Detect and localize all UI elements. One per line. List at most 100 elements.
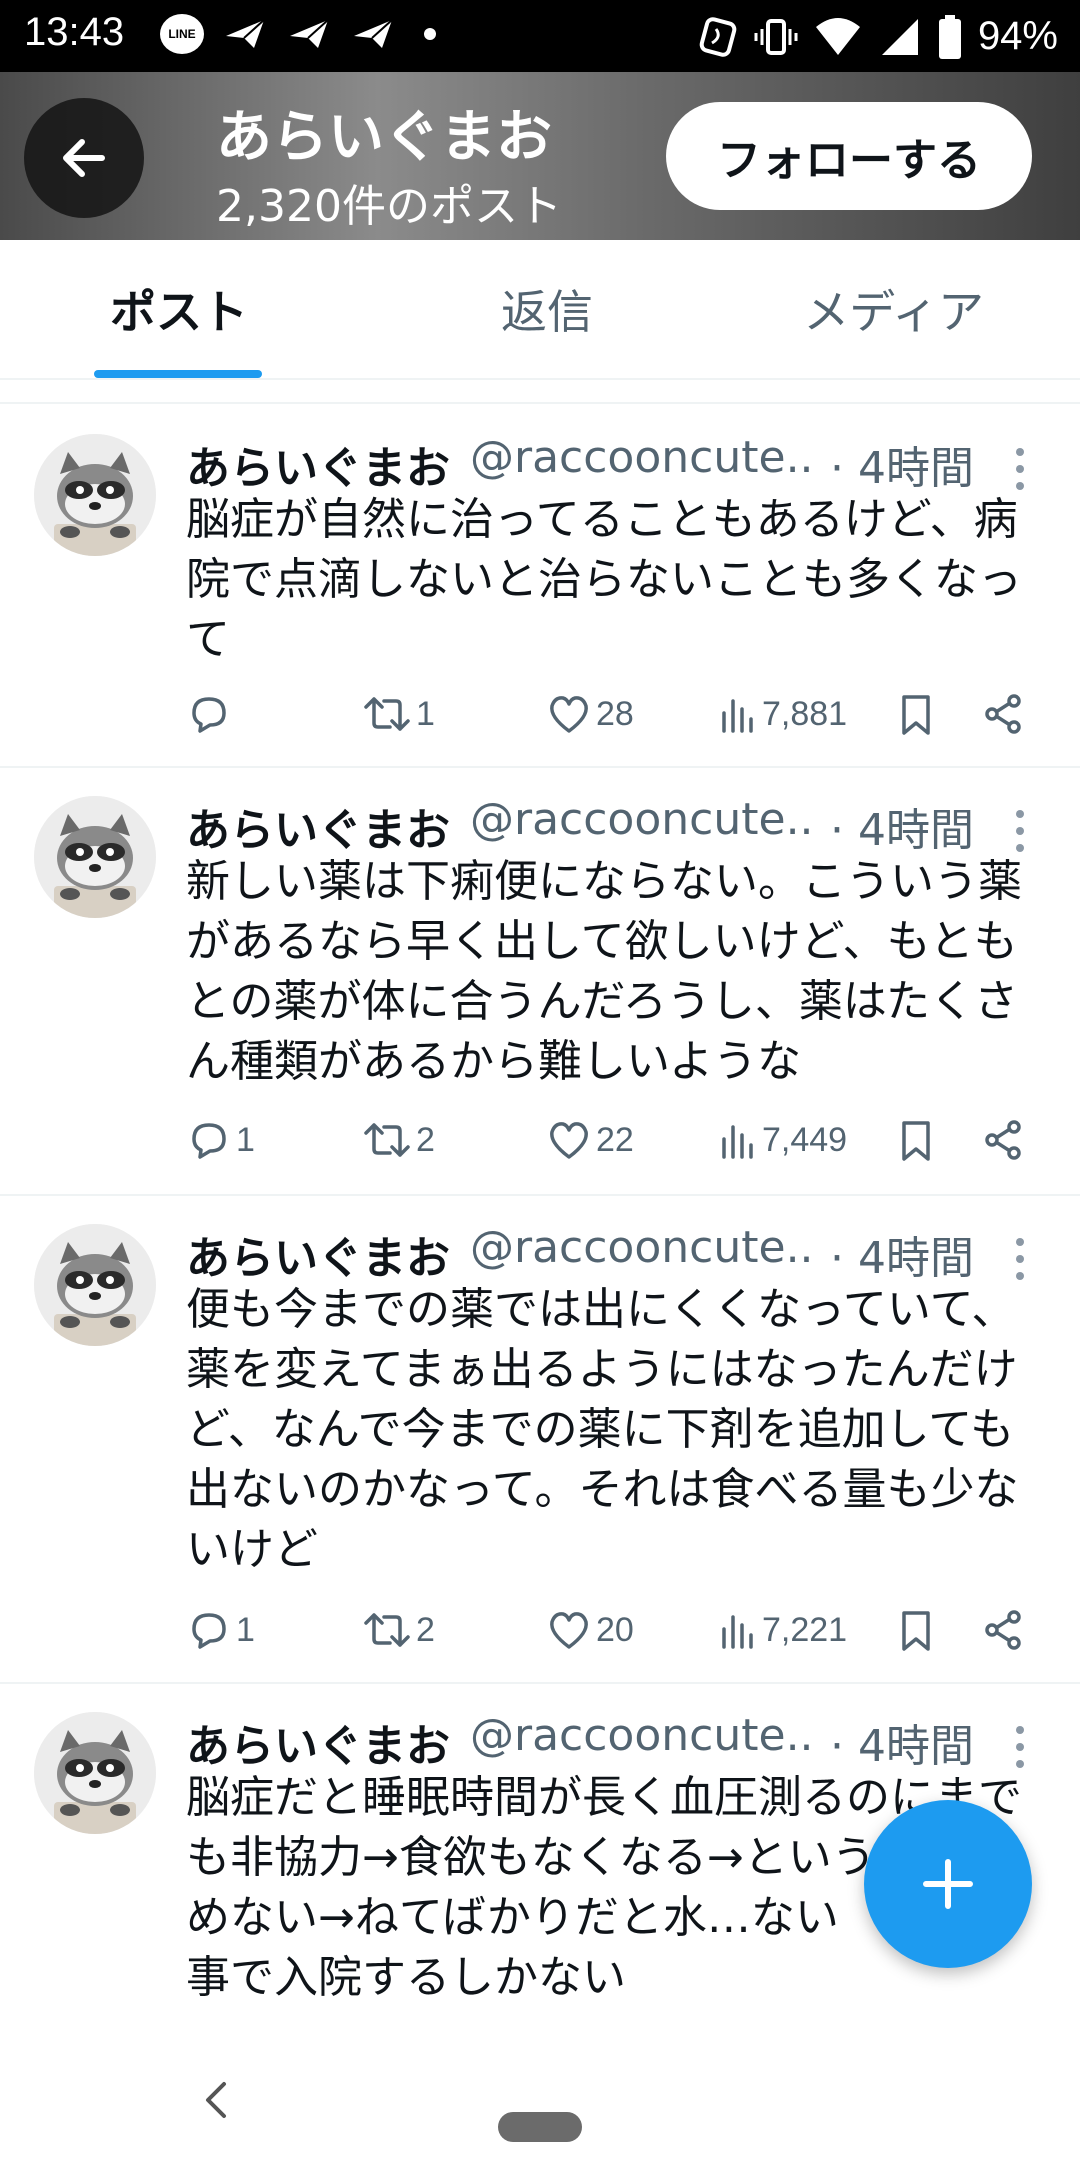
feed-separator	[0, 380, 1080, 404]
status-bar: 13:43 LINE 94%	[0, 0, 1080, 72]
tweet-author-handle[interactable]: @raccooncute...	[470, 1710, 810, 1761]
post-count: 2,320件のポスト	[216, 181, 562, 232]
like-count: 22	[596, 1120, 634, 1159]
more-options-icon[interactable]	[1012, 1234, 1028, 1284]
retweet-button[interactable]: 2	[362, 1110, 435, 1170]
signal-icon	[881, 18, 918, 55]
retweet-icon	[364, 697, 410, 731]
tweet-header: あらいぐまお @raccooncute... · 4時間	[186, 794, 1046, 856]
nfc-icon	[699, 16, 737, 57]
comment-icon	[192, 697, 226, 733]
like-button[interactable]: 22	[546, 1110, 634, 1170]
avatar[interactable]	[34, 1224, 156, 1346]
paper-plane-icon	[354, 19, 393, 48]
paper-plane-icon	[226, 19, 265, 48]
retweet-button[interactable]: 1	[362, 684, 435, 744]
tab-media[interactable]: メディア	[693, 240, 1080, 378]
battery-icon	[938, 14, 961, 59]
avatar[interactable]	[34, 434, 156, 556]
view-count: 7,881	[762, 694, 848, 733]
profile-header: あらいぐまお 2,320件のポスト フォローする	[0, 72, 1080, 240]
share-icon	[985, 1120, 1021, 1160]
views-button[interactable]: 7,221	[718, 1600, 847, 1660]
reply-count: 1	[236, 1610, 255, 1649]
tweet-timestamp[interactable]: · 4時間	[830, 432, 974, 496]
profile-display-name: あらいぐまお	[216, 105, 552, 170]
tweet-author-handle[interactable]: @raccooncute...	[470, 432, 810, 483]
heart-icon	[550, 696, 588, 733]
avatar[interactable]	[34, 796, 156, 918]
tweet-author-name[interactable]: あらいぐまお	[186, 1710, 450, 1774]
bookmark-button[interactable]	[896, 684, 936, 744]
tweet-author-name[interactable]: あらいぐまお	[186, 794, 450, 858]
tweet[interactable]: あらいぐまお @raccooncute... · 4時間 脳症が自然に治ってるこ…	[0, 406, 1080, 768]
tweet-author-name[interactable]: あらいぐまお	[186, 1222, 450, 1286]
back-button[interactable]	[24, 98, 144, 218]
reply-button[interactable]: 1	[186, 1600, 255, 1660]
like-button[interactable]: 28	[546, 684, 634, 744]
tab-posts[interactable]: ポスト	[0, 240, 401, 378]
nav-home-pill[interactable]	[498, 2112, 582, 2142]
more-options-icon[interactable]	[1012, 806, 1028, 856]
tweet-author-handle[interactable]: @raccooncute...	[470, 794, 810, 845]
nav-back-icon[interactable]	[196, 2076, 236, 2124]
compose-post-button[interactable]	[864, 1800, 1032, 1968]
retweet-count: 2	[416, 1610, 435, 1649]
tweet-header: あらいぐまお @raccooncute... · 4時間	[186, 1710, 1046, 1772]
heart-icon	[550, 1612, 588, 1649]
profile-tabs: ポスト 返信 メディア	[0, 240, 1080, 380]
system-icons: 94%	[698, 14, 1058, 59]
tweet-timestamp[interactable]: · 4時間	[830, 1710, 974, 1774]
like-count: 28	[596, 694, 634, 733]
retweet-count: 2	[416, 1120, 435, 1159]
share-button[interactable]	[980, 1600, 1026, 1660]
more-options-icon[interactable]	[1012, 1722, 1028, 1772]
tweet-text: 新しい薬は下痢便にならない。こういう薬があるなら早く出して欲しいけど、もともとの…	[186, 856, 1022, 1087]
reply-button[interactable]	[186, 684, 236, 744]
tweet-author-name[interactable]: あらいぐまお	[186, 432, 450, 496]
retweet-button[interactable]: 2	[362, 1600, 435, 1660]
bookmark-icon	[902, 695, 930, 735]
tweet[interactable]: あらいぐまお @raccooncute... · 4時間 便も今までの薬では出に…	[0, 1196, 1080, 1684]
more-notifications-dot	[424, 28, 436, 40]
raccoon-avatar-icon	[34, 434, 156, 556]
bookmark-button[interactable]	[896, 1600, 936, 1660]
arrow-left-icon	[63, 139, 105, 177]
share-button[interactable]	[980, 684, 1026, 744]
reply-button[interactable]: 1	[186, 1110, 255, 1170]
comment-icon	[192, 1613, 226, 1649]
tab-replies[interactable]: 返信	[401, 240, 692, 378]
more-options-icon[interactable]	[1012, 444, 1028, 494]
bookmark-icon	[902, 1611, 930, 1651]
tweet-header: あらいぐまお @raccooncute... · 4時間	[186, 1222, 1046, 1284]
battery-percent: 94%	[977, 14, 1058, 58]
like-button[interactable]: 20	[546, 1600, 634, 1660]
tweet-author-handle[interactable]: @raccooncute...	[470, 1222, 810, 1273]
views-button[interactable]: 7,449	[718, 1110, 847, 1170]
vibrate-icon	[754, 18, 798, 55]
follow-button[interactable]: フォローする	[666, 102, 1032, 210]
tweet-timestamp[interactable]: · 4時間	[830, 1222, 974, 1286]
avatar[interactable]	[34, 1712, 156, 1834]
tweet-text: 便も今までの薬では出にくくなっていて、薬を変えてまぁ出るようにはなったんだけど、…	[186, 1284, 1019, 1575]
bar-chart-icon	[722, 1615, 753, 1649]
tweet-timestamp[interactable]: · 4時間	[830, 794, 974, 858]
view-count: 7,449	[762, 1120, 848, 1159]
notification-icons: LINE	[160, 14, 436, 54]
tweet[interactable]: あらいぐまお @raccooncute... · 4時間 新しい薬は下痢便になら…	[0, 768, 1080, 1196]
heart-icon	[550, 1122, 588, 1159]
share-button[interactable]	[980, 1110, 1026, 1170]
retweet-icon	[364, 1123, 410, 1157]
bar-chart-icon	[722, 699, 753, 733]
system-navigation-bar	[0, 2040, 1080, 2160]
tweet-actions: 1 28 7,881	[186, 684, 1046, 744]
plus-icon	[923, 1859, 973, 1909]
status-time: 13:43	[24, 10, 125, 54]
share-icon	[985, 694, 1021, 734]
comment-icon	[192, 1123, 226, 1159]
tweet-actions: 1 2 22 7,449	[186, 1110, 1046, 1170]
bookmark-button[interactable]	[896, 1110, 936, 1170]
raccoon-avatar-icon	[34, 1224, 156, 1346]
views-button[interactable]: 7,881	[718, 684, 847, 744]
raccoon-avatar-icon	[34, 796, 156, 918]
